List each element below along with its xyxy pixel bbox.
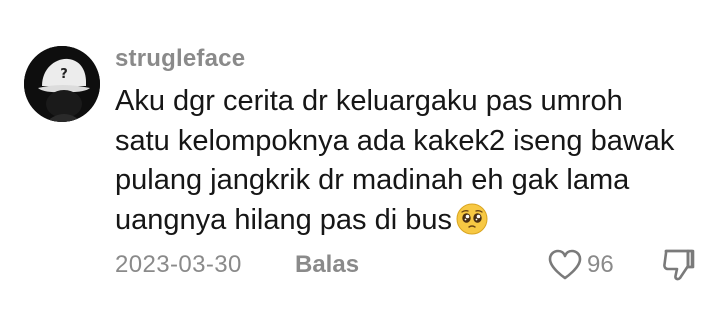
pleading-face-emoji (456, 203, 488, 235)
comment-meta-row: 2023-03-30 Balas 96 (115, 247, 705, 283)
like-button[interactable] (547, 248, 583, 282)
reply-button[interactable]: Balas (295, 250, 359, 280)
comment-text-line: Aku dgr cerita dr keluargaku pas umroh (115, 85, 623, 117)
comment-text-line-4: uangnya hilang pas di bus (115, 203, 452, 236)
comment-text-line: uangnya hilang pas di bus (115, 201, 710, 241)
avatar[interactable]: ? (24, 46, 100, 122)
comment-text: Aku dgr cerita dr keluargaku pas umroh s… (115, 82, 710, 240)
dislike-button[interactable] (662, 247, 696, 283)
svg-text:?: ? (60, 67, 68, 82)
comment-text-line: satu kelompoknya ada kakek2 iseng bawak (115, 124, 675, 157)
comment-date: 2023-03-30 (115, 251, 242, 278)
like-count: 96 (587, 251, 614, 278)
comment-item: ? strugleface Aku dgr cerita dr keluarga… (0, 0, 720, 318)
avatar-image: ? (24, 46, 100, 122)
comment-text-line: pulang jangkrik dr madinah eh gak lama (115, 164, 630, 196)
comment-username[interactable]: strugleface (115, 44, 245, 74)
thumbs-down-outline-icon (663, 249, 695, 281)
heart-outline-icon (548, 249, 582, 280)
